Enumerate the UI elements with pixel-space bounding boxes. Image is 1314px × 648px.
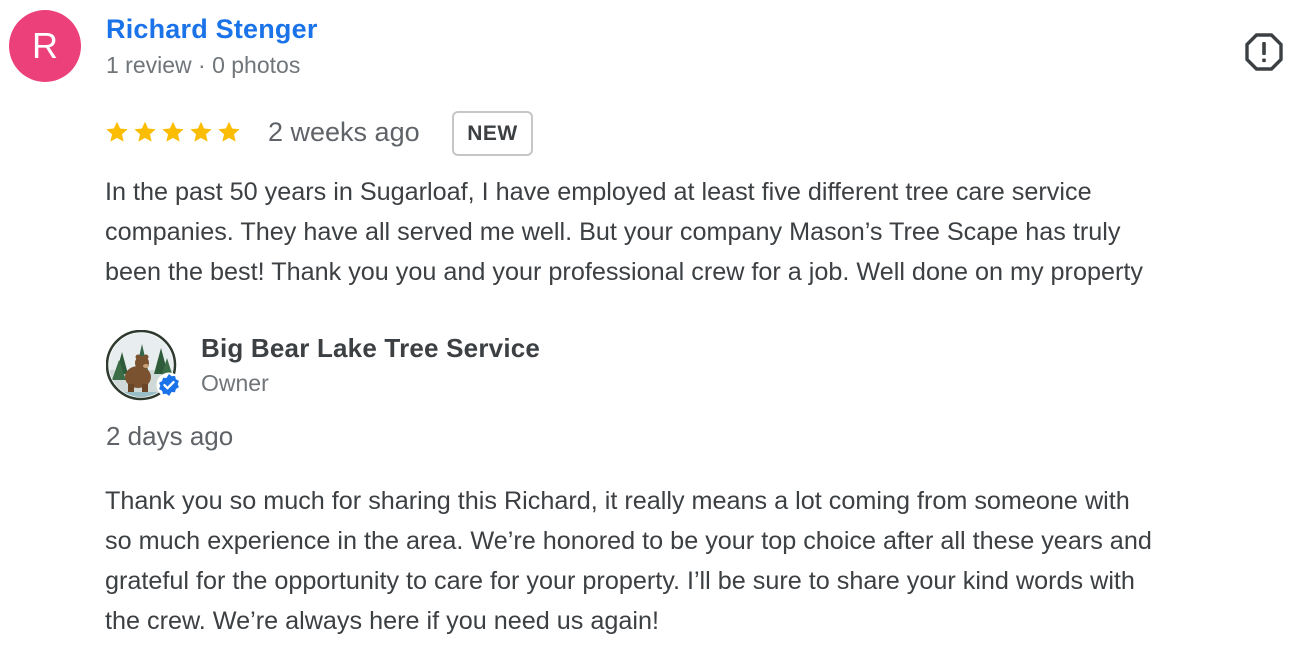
star-rating [104,115,242,149]
reply-text-line: the crew. We’re always here if you need … [105,607,659,635]
reviewer-initial: R [32,25,58,66]
reply-text: Thank you so much for sharing this Richa… [105,481,1310,641]
review-time: 2 weeks ago [268,117,420,147]
review-text: In the past 50 years in Sugarloaf, I hav… [105,172,1305,292]
reply-text-line: Thank you so much for sharing this Richa… [105,487,1130,515]
review-text-line: been the best! Thank you you and your pr… [105,258,1143,286]
report-review-button[interactable] [1244,32,1284,72]
verified-check-icon [156,372,182,398]
owner-avatar[interactable] [105,329,182,402]
report-flag-icon [1245,33,1283,71]
review-text-line: companies. They have all served me well.… [105,218,1121,246]
reply-text-line: grateful for the opportunity to care for… [105,567,1135,595]
reviewer-avatar[interactable]: R [9,10,81,82]
star-icon [190,121,212,142]
review-text-line: In the past 50 years in Sugarloaf, I hav… [105,178,1092,206]
star-icon [106,121,128,142]
reviewer-meta: 1 review · 0 photos [106,52,301,78]
star-icon [218,121,240,142]
reply-time: 2 days ago [106,421,234,451]
star-icon [162,121,184,142]
new-badge: NEW [452,111,533,156]
reviewer-name-link[interactable]: Richard Stenger [106,14,318,45]
owner-business-name: Big Bear Lake Tree Service [201,333,541,363]
reply-text-line: so much experience in the area. We’re ho… [105,527,1152,555]
star-icon [134,121,156,142]
owner-role: Owner [201,370,269,396]
